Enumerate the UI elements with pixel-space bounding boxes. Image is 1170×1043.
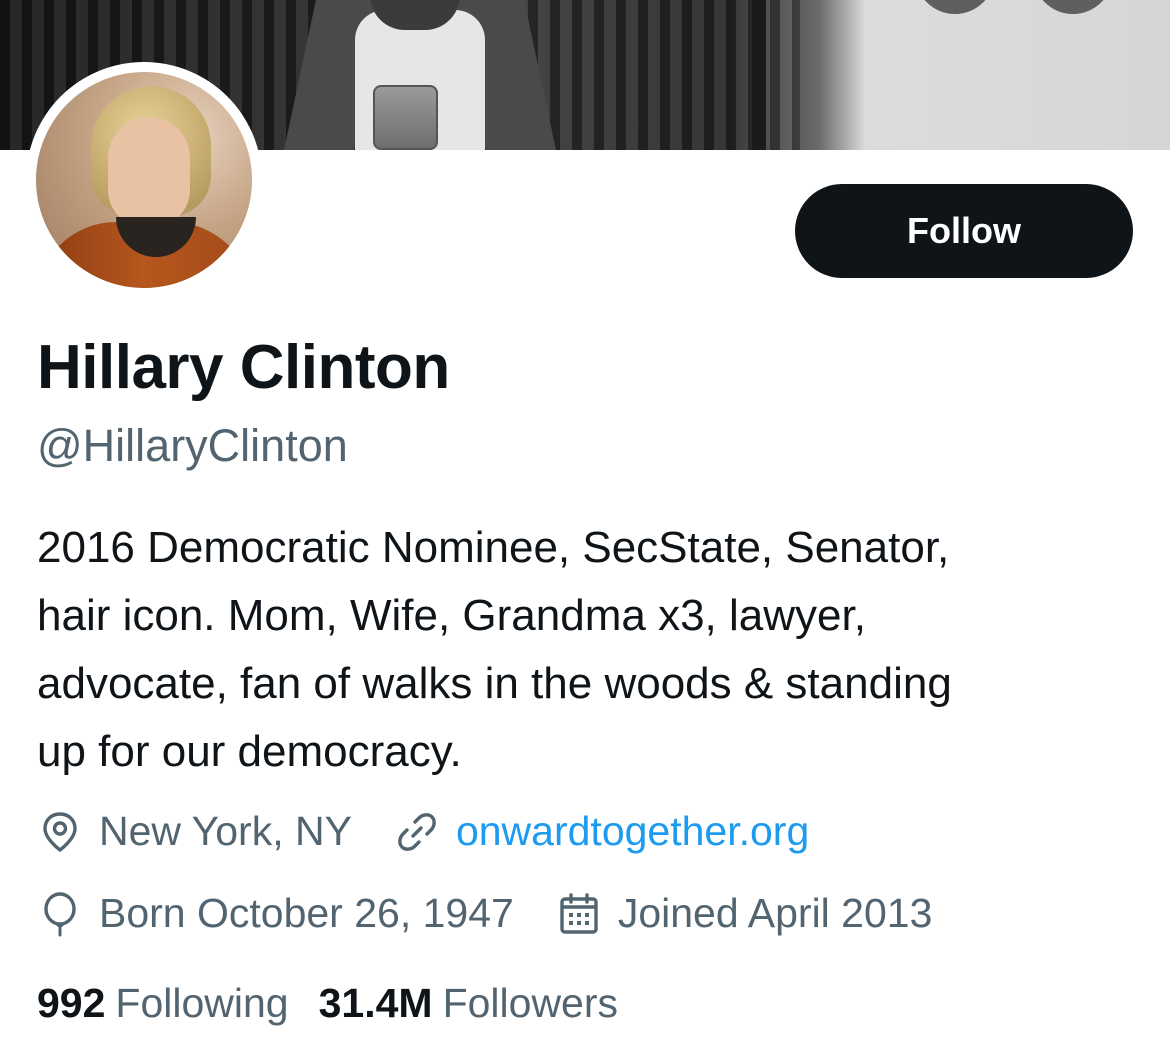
follow-button[interactable]: Follow [795,184,1133,278]
location-text: New York, NY [99,808,352,854]
followers-label: Followers [442,980,619,1026]
bio-line: advocate, fan of walks in the woods & st… [37,659,952,708]
website-link[interactable]: onwardtogether.org [456,808,809,855]
search-button[interactable] [1033,0,1113,14]
location-item: New York, NY [37,808,352,855]
banner-pole [752,0,766,150]
banner-phone [373,85,438,150]
following-count: 992 [37,980,106,1026]
calendar-icon [556,891,602,937]
followers-link[interactable]: 31.4M Followers [319,980,618,1027]
website-item[interactable]: onwardtogether.org [394,808,809,855]
link-icon [394,809,440,855]
joined-item: Joined April 2013 [556,890,933,937]
followers-count: 31.4M [318,980,433,1026]
avatar-image [36,72,252,288]
balloon-icon [37,891,83,937]
more-options-button[interactable] [915,0,995,14]
bio-line: hair icon. Mom, Wife, Grandma x3, lawyer… [37,591,866,640]
following-link[interactable]: 992 Following [37,980,289,1027]
bio-line: 2016 Democratic Nominee, SecState, Senat… [37,523,950,572]
bio-line: up for our democracy. [37,727,462,776]
profile-meta-row: New York, NY onwardtogether.org [37,808,851,855]
avatar-face [108,117,190,227]
following-label: Following [115,980,289,1026]
born-text: Born October 26, 1947 [99,890,514,936]
avatar[interactable] [26,62,262,298]
location-pin-icon [37,809,83,855]
follow-stats: 992 Following 31.4M Followers [37,980,648,1027]
user-handle: @HillaryClinton [37,420,348,471]
born-item: Born October 26, 1947 [37,890,514,937]
profile-meta-row: Born October 26, 1947 Joined April 2013 [37,890,974,937]
joined-text: Joined April 2013 [617,890,933,936]
display-name: Hillary Clinton [37,333,450,402]
profile-bio: 2016 Democratic Nominee, SecState, Senat… [37,514,1147,786]
